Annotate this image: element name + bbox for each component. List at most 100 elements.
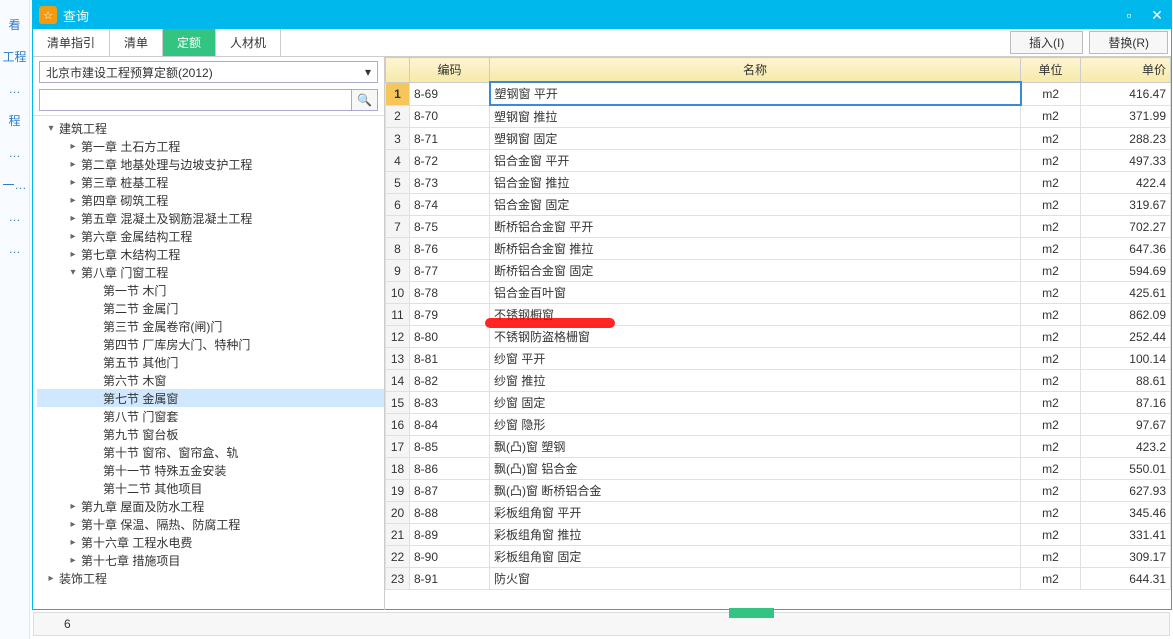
- tab-3[interactable]: 人材机: [216, 29, 281, 56]
- tree-node[interactable]: ▸第四章 砌筑工程: [37, 191, 384, 209]
- cell-name[interactable]: 断桥铝合金窗 推拉: [490, 238, 1021, 260]
- quota-combo[interactable]: 北京市建设工程预算定额(2012) ▾: [39, 61, 378, 83]
- cell-code[interactable]: 8-76: [410, 238, 490, 260]
- cell-code[interactable]: 8-85: [410, 436, 490, 458]
- tree-node[interactable]: ▸第七章 木结构工程: [37, 245, 384, 263]
- tree-node[interactable]: ▸第十六章 工程水电费: [37, 533, 384, 551]
- tree-node[interactable]: 第六节 木窗: [37, 371, 384, 389]
- minimize-button[interactable]: ▫: [1115, 1, 1143, 29]
- chevron-down-icon[interactable]: ▾: [45, 123, 57, 134]
- chevron-right-icon[interactable]: ▸: [67, 141, 79, 152]
- chevron-down-icon[interactable]: ▾: [67, 267, 79, 278]
- cell-price[interactable]: 371.99: [1081, 105, 1171, 128]
- cell-name[interactable]: 断桥铝合金窗 固定: [490, 260, 1021, 282]
- cell-name[interactable]: 纱窗 隐形: [490, 414, 1021, 436]
- row-number[interactable]: 19: [386, 480, 410, 502]
- table-row[interactable]: 68-74铝合金窗 固定m2319.67: [386, 194, 1171, 216]
- gutter-item[interactable]: 工程: [2, 50, 27, 64]
- close-button[interactable]: ✕: [1143, 1, 1171, 29]
- col-price[interactable]: 单价: [1081, 58, 1171, 83]
- gutter-item[interactable]: …: [2, 210, 27, 224]
- row-number[interactable]: 15: [386, 392, 410, 414]
- chevron-right-icon[interactable]: ▸: [67, 537, 79, 548]
- cell-name[interactable]: 铝合金窗 固定: [490, 194, 1021, 216]
- cell-unit[interactable]: m2: [1021, 458, 1081, 480]
- row-number[interactable]: 5: [386, 172, 410, 194]
- chevron-right-icon[interactable]: ▸: [67, 195, 79, 206]
- row-number[interactable]: 6: [386, 194, 410, 216]
- cell-price[interactable]: 309.17: [1081, 546, 1171, 568]
- table-row[interactable]: 208-88彩板组角窗 平开m2345.46: [386, 502, 1171, 524]
- gutter-item[interactable]: 看: [2, 18, 27, 32]
- cell-code[interactable]: 8-89: [410, 524, 490, 546]
- tree-node[interactable]: 第十节 窗帘、窗帘盒、轨: [37, 443, 384, 461]
- tree-node[interactable]: 第三节 金属卷帘(闸)门: [37, 317, 384, 335]
- table-row[interactable]: 218-89彩板组角窗 推拉m2331.41: [386, 524, 1171, 546]
- cell-price[interactable]: 425.61: [1081, 282, 1171, 304]
- chevron-right-icon[interactable]: ▸: [67, 231, 79, 242]
- cell-unit[interactable]: m2: [1021, 568, 1081, 590]
- row-number[interactable]: 12: [386, 326, 410, 348]
- row-number[interactable]: 2: [386, 105, 410, 128]
- gutter-item[interactable]: 程: [2, 114, 27, 128]
- row-number[interactable]: 11: [386, 304, 410, 326]
- row-number[interactable]: 22: [386, 546, 410, 568]
- tree-node[interactable]: ▸第三章 桩基工程: [37, 173, 384, 191]
- cell-price[interactable]: 288.23: [1081, 128, 1171, 150]
- row-number[interactable]: 14: [386, 370, 410, 392]
- tree-node[interactable]: 第八节 门窗套: [37, 407, 384, 425]
- tree-node[interactable]: ▸第十七章 措施项目: [37, 551, 384, 569]
- cell-code[interactable]: 8-75: [410, 216, 490, 238]
- tree-node[interactable]: 第四节 厂库房大门、特种门: [37, 335, 384, 353]
- cell-unit[interactable]: m2: [1021, 304, 1081, 326]
- cell-price[interactable]: 647.36: [1081, 238, 1171, 260]
- cell-unit[interactable]: m2: [1021, 524, 1081, 546]
- row-number[interactable]: 4: [386, 150, 410, 172]
- cell-price[interactable]: 97.67: [1081, 414, 1171, 436]
- cell-code[interactable]: 8-87: [410, 480, 490, 502]
- cell-unit[interactable]: m2: [1021, 326, 1081, 348]
- cell-price[interactable]: 331.41: [1081, 524, 1171, 546]
- cell-price[interactable]: 862.09: [1081, 304, 1171, 326]
- cell-unit[interactable]: m2: [1021, 105, 1081, 128]
- cell-unit[interactable]: m2: [1021, 216, 1081, 238]
- tree-node[interactable]: 第十一节 特殊五金安装: [37, 461, 384, 479]
- chevron-right-icon[interactable]: ▸: [45, 573, 57, 584]
- cell-code[interactable]: 8-90: [410, 546, 490, 568]
- table-row[interactable]: 178-85飘(凸)窗 塑钢m2423.2: [386, 436, 1171, 458]
- cell-price[interactable]: 594.69: [1081, 260, 1171, 282]
- chevron-right-icon[interactable]: ▸: [67, 177, 79, 188]
- cell-unit[interactable]: m2: [1021, 414, 1081, 436]
- cell-name[interactable]: 纱窗 固定: [490, 392, 1021, 414]
- cell-name[interactable]: 铝合金窗 推拉: [490, 172, 1021, 194]
- row-number[interactable]: 17: [386, 436, 410, 458]
- cell-name[interactable]: 铝合金百叶窗: [490, 282, 1021, 304]
- table-row[interactable]: 238-91防火窗m2644.31: [386, 568, 1171, 590]
- tree-node[interactable]: ▾建筑工程: [37, 119, 384, 137]
- cell-price[interactable]: 644.31: [1081, 568, 1171, 590]
- cell-unit[interactable]: m2: [1021, 502, 1081, 524]
- cell-name[interactable]: 纱窗 平开: [490, 348, 1021, 370]
- table-row[interactable]: 188-86飘(凸)窗 铝合金m2550.01: [386, 458, 1171, 480]
- row-number[interactable]: 3: [386, 128, 410, 150]
- tree-node[interactable]: ▾第八章 门窗工程: [37, 263, 384, 281]
- cell-code[interactable]: 8-71: [410, 128, 490, 150]
- col-rownum[interactable]: [386, 58, 410, 83]
- tab-1[interactable]: 清单: [110, 29, 163, 56]
- cell-name[interactable]: 彩板组角窗 平开: [490, 502, 1021, 524]
- cell-unit[interactable]: m2: [1021, 172, 1081, 194]
- table-row[interactable]: 138-81纱窗 平开m2100.14: [386, 348, 1171, 370]
- cell-price[interactable]: 497.33: [1081, 150, 1171, 172]
- table-row[interactable]: 148-82纱窗 推拉m288.61: [386, 370, 1171, 392]
- insert-button[interactable]: 插入(I): [1010, 31, 1083, 54]
- cell-name[interactable]: 断桥铝合金窗 平开: [490, 216, 1021, 238]
- row-number[interactable]: 18: [386, 458, 410, 480]
- tab-0[interactable]: 清单指引: [33, 29, 110, 56]
- cell-code[interactable]: 8-86: [410, 458, 490, 480]
- cell-name[interactable]: 飘(凸)窗 断桥铝合金: [490, 480, 1021, 502]
- cell-name[interactable]: 不锈钢橱窗: [490, 304, 1021, 326]
- cell-unit[interactable]: m2: [1021, 82, 1081, 105]
- table-row[interactable]: 78-75断桥铝合金窗 平开m2702.27: [386, 216, 1171, 238]
- cell-name[interactable]: 塑钢窗 平开: [490, 82, 1021, 105]
- table-row[interactable]: 18-69塑钢窗 平开m2416.47: [386, 82, 1171, 105]
